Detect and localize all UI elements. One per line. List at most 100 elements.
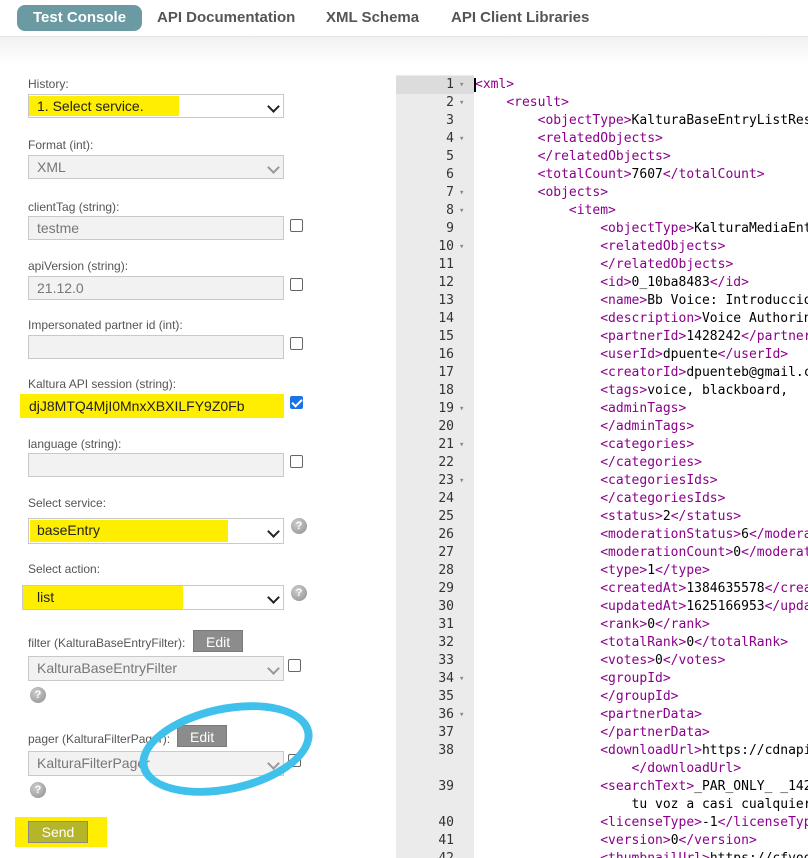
line-text: <name>Bb Voice: Introduccion [600, 293, 808, 308]
line-number: 3 [446, 113, 454, 128]
service-label: Select service: [28, 496, 107, 510]
apiversion-checkbox[interactable] [290, 278, 303, 291]
language-input[interactable] [28, 453, 284, 477]
fold-toggle-icon[interactable]: ▾ [459, 670, 464, 688]
chevron-down-icon [267, 662, 280, 675]
code-line: 39 <searchText>_PAR_ONLY_ _1428242 [396, 778, 808, 796]
tab-api-documentation[interactable]: API Documentation [157, 6, 295, 30]
line-number: 1 [446, 77, 454, 92]
history-value: 1. Select service. [37, 98, 144, 114]
line-number: 13 [438, 293, 454, 308]
code-line: 4 ▾ <relatedObjects> [396, 130, 808, 148]
partner-checkbox[interactable] [290, 337, 303, 350]
line-number: 27 [438, 545, 454, 560]
fold-toggle-icon[interactable]: ▾ [459, 472, 464, 490]
line-text: <categories> [600, 437, 695, 452]
code-line: 14 <description>Voice Authoring [396, 310, 808, 328]
pager-value: KalturaFilterPager [37, 755, 150, 771]
code-line: 37 </partnerData> [396, 724, 808, 742]
format-label: Format (int): [28, 138, 94, 152]
clienttag-input[interactable]: testme [28, 216, 284, 240]
partner-label: Impersonated partner id (int): [28, 318, 183, 332]
apiversion-value: 21.12.0 [37, 280, 84, 296]
tab-api-client-libraries[interactable]: API Client Libraries [451, 6, 589, 30]
fold-toggle-icon[interactable]: ▾ [459, 184, 464, 202]
tab-xml-schema[interactable]: XML Schema [326, 6, 419, 30]
header-shade [0, 37, 808, 65]
line-text: <votes>0</votes> [600, 653, 726, 668]
tab-test-console[interactable]: Test Console [17, 5, 143, 31]
line-number: 9 [446, 221, 454, 236]
line-text: </adminTags> [600, 419, 695, 434]
line-text: <item> [568, 203, 616, 218]
partner-input[interactable] [28, 335, 284, 359]
line-number: 37 [438, 725, 454, 740]
filter-checkbox[interactable] [288, 659, 301, 672]
line-text: <partnerData> [600, 707, 702, 722]
fold-toggle-icon[interactable]: ▾ [459, 238, 464, 256]
line-text: <result> [506, 95, 569, 110]
filter-value: KalturaBaseEntryFilter [37, 660, 178, 676]
code-line: 18 <tags>voice, blackboard, [396, 382, 808, 400]
chevron-down-icon [267, 100, 280, 113]
clienttag-checkbox[interactable] [290, 219, 303, 232]
code-line: 10 ▾ <relatedObjects> [396, 238, 808, 256]
pager-help-icon[interactable]: ? [30, 782, 46, 798]
filter-help-icon[interactable]: ? [30, 687, 46, 703]
history-select[interactable]: 1. Select service. [28, 94, 284, 118]
service-help-icon[interactable]: ? [291, 518, 307, 534]
line-text: <totalRank>0</totalRank> [600, 635, 789, 650]
action-help-icon[interactable]: ? [291, 585, 307, 601]
line-number: 15 [438, 329, 454, 344]
line-text: <updatedAt>1625166953</updatedAt> [600, 599, 808, 614]
code-line: 7 ▾ <objects> [396, 184, 808, 202]
line-text: <createdAt>1384635578</createdAt> [600, 581, 808, 596]
line-number: 25 [438, 509, 454, 524]
request-form: History: 1. Select service. Format (int)… [0, 65, 390, 858]
fold-toggle-icon[interactable]: ▾ [459, 94, 464, 112]
chevron-down-icon [267, 161, 280, 174]
line-number: 39 [438, 779, 454, 794]
code-line: 36 ▾ <partnerData> [396, 706, 808, 724]
filter-select[interactable]: KalturaBaseEntryFilter [28, 656, 284, 681]
line-text: <groupId> [600, 671, 671, 686]
line-text: <type>1</type> [600, 563, 710, 578]
xml-result-editor[interactable]: 1 ▾ <xml> 2 ▾ <result> 3 <objectType>KalturaB… [396, 75, 808, 858]
line-text: </categoriesIds> [600, 491, 726, 506]
code-line: 13 <name>Bb Voice: Introduccion [396, 292, 808, 310]
line-number: 20 [438, 419, 454, 434]
service-select[interactable]: baseEntry [28, 518, 284, 544]
fold-toggle-icon[interactable]: ▾ [459, 202, 464, 220]
line-number: 35 [438, 689, 454, 704]
line-text: <moderationCount>0</moderationCount> [600, 545, 808, 560]
line-number: 32 [438, 635, 454, 650]
line-number: 38 [438, 743, 454, 758]
fold-toggle-icon[interactable]: ▾ [459, 436, 464, 454]
line-text: <status>2</status> [600, 509, 742, 524]
action-select[interactable]: list [22, 585, 284, 610]
code-line: 42 <thumbnailUrl>https://cfvod [396, 850, 808, 858]
code-line: 11 </relatedObjects> [396, 256, 808, 274]
fold-toggle-icon[interactable]: ▾ [459, 130, 464, 148]
fold-toggle-icon[interactable]: ▾ [459, 400, 464, 418]
ks-input[interactable]: djJ8MTQ4MjI0MnxXBXILFY9Z0Fb [20, 394, 284, 418]
line-number: 28 [438, 563, 454, 578]
apiversion-input[interactable]: 21.12.0 [28, 276, 284, 300]
format-select[interactable]: XML [28, 155, 284, 179]
filter-label: filter (KalturaBaseEntryFilter): [28, 636, 186, 650]
chevron-down-icon [267, 591, 280, 604]
line-text: tu voz a casi cualquier [475, 797, 808, 812]
send-button[interactable]: Send [28, 821, 88, 843]
line-number: 11 [438, 257, 454, 272]
code-line: 15 <partnerId>1428242</partnerId> [396, 328, 808, 346]
fold-toggle-icon[interactable]: ▾ [459, 706, 464, 724]
chevron-down-icon [267, 525, 280, 538]
code-line: 26 <moderationStatus>6</moderationStatus… [396, 526, 808, 544]
fold-toggle-icon[interactable]: ▾ [459, 76, 464, 94]
ks-checkbox[interactable] [290, 396, 303, 409]
text-cursor [474, 78, 476, 92]
line-text: <tags>voice, blackboard, [600, 383, 789, 398]
line-number: 10 [438, 239, 454, 254]
filter-edit-button[interactable]: Edit [193, 630, 244, 652]
language-checkbox[interactable] [290, 455, 303, 468]
